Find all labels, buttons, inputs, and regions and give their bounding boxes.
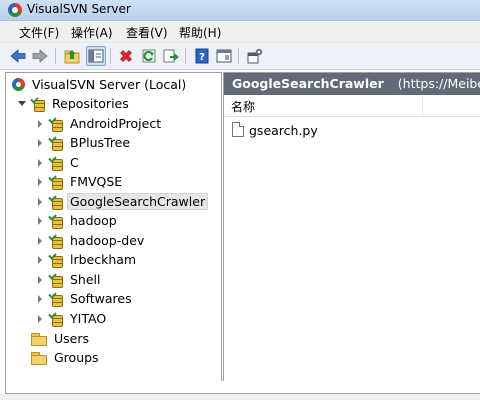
repository-label: BPlusTree xyxy=(70,135,131,150)
delete-icon[interactable] xyxy=(117,47,135,65)
repository-icon xyxy=(48,115,64,132)
file-name: gsearch.py xyxy=(249,123,318,138)
repository-icon xyxy=(48,154,64,171)
repository-icon xyxy=(48,271,64,288)
tree-repositories[interactable]: Repositories xyxy=(18,94,132,113)
repository-icon xyxy=(48,251,64,268)
file-icon xyxy=(232,122,244,137)
status-bar xyxy=(0,394,480,400)
folder-icon xyxy=(31,352,47,365)
menu-action[interactable]: 操作(A) xyxy=(69,24,115,41)
repository-label: FMVQSE xyxy=(70,174,123,189)
help-icon[interactable]: ? xyxy=(193,47,211,65)
expander-icon[interactable] xyxy=(38,178,42,186)
menu-view[interactable]: 查看(V) xyxy=(124,24,170,41)
repository-label: C xyxy=(70,155,79,170)
folder-icon xyxy=(31,333,47,346)
repository-label: YITAO xyxy=(70,311,107,326)
expander-icon[interactable] xyxy=(38,139,42,147)
repository-icon xyxy=(48,310,64,327)
repository-icon xyxy=(48,212,64,229)
expander-icon[interactable] xyxy=(38,315,42,323)
expander-icon[interactable] xyxy=(38,198,42,206)
expander-icon[interactable] xyxy=(38,256,42,264)
forward-arrow-icon[interactable] xyxy=(31,47,49,65)
tree-item-hadoop-dev[interactable]: hadoop-dev xyxy=(38,231,147,250)
toolbar-separator xyxy=(185,48,186,64)
tree-item-fmvqse[interactable]: FMVQSE xyxy=(38,172,125,191)
title-bar: VisualSVN Server xyxy=(0,0,480,21)
settings-icon[interactable] xyxy=(246,47,264,65)
repositories-icon xyxy=(30,95,46,112)
tree-groups[interactable]: Groups xyxy=(31,348,102,367)
expander-icon[interactable] xyxy=(38,276,42,284)
repository-icon xyxy=(48,134,64,151)
details-pane: GoogleSearchCrawler (https://Meibenjin 名称… xyxy=(223,72,480,381)
tree-item-lrbeckham[interactable]: lrbeckham xyxy=(38,250,139,269)
repository-label: Softwares xyxy=(70,291,132,306)
tree-root-label: VisualSVN Server (Local) xyxy=(32,77,187,92)
repository-label: Shell xyxy=(70,272,101,287)
column-divider[interactable] xyxy=(422,98,423,116)
column-header-row: 名称 xyxy=(224,98,480,117)
toolbar-separator xyxy=(110,48,111,64)
tree-item-yitao[interactable]: YITAO xyxy=(38,309,109,328)
toolbar-separator xyxy=(238,48,239,64)
repository-label: AndroidProject xyxy=(70,116,162,131)
repository-icon xyxy=(48,193,64,210)
tree-item-softwares[interactable]: Softwares xyxy=(38,289,135,308)
tree-item-hadoop[interactable]: hadoop xyxy=(38,211,120,230)
column-header-name[interactable]: 名称 xyxy=(231,98,255,116)
toolbar-separator xyxy=(55,48,56,64)
repository-label: hadoop-dev xyxy=(70,233,145,248)
repository-icon xyxy=(48,290,64,307)
file-list-item[interactable]: gsearch.py xyxy=(232,122,318,140)
expander-icon[interactable] xyxy=(38,237,42,245)
tree-users-label: Users xyxy=(54,331,90,346)
toolbar: ? xyxy=(0,42,480,70)
tree-item-googlesearchcrawler[interactable]: GoogleSearchCrawler xyxy=(38,192,209,211)
repository-name: GoogleSearchCrawler xyxy=(232,76,384,91)
repository-icon xyxy=(48,232,64,249)
tree-root[interactable]: VisualSVN Server (Local) xyxy=(12,75,189,94)
tree-item-androidproject[interactable]: AndroidProject xyxy=(38,114,164,133)
show-tree-icon[interactable] xyxy=(86,46,106,66)
tree-item-c[interactable]: C xyxy=(38,153,82,172)
up-folder-icon[interactable] xyxy=(63,47,81,65)
export-icon[interactable] xyxy=(162,47,180,65)
tree-groups-label: Groups xyxy=(54,350,99,365)
pane-bottom-border xyxy=(5,381,480,394)
expander-icon[interactable] xyxy=(38,295,42,303)
svg-text:?: ? xyxy=(199,52,205,63)
expander-icon[interactable] xyxy=(38,120,42,128)
visualsvn-server-icon xyxy=(12,78,25,91)
refresh-icon[interactable] xyxy=(140,47,158,65)
tree-pane: VisualSVN Server (Local) Repositories An… xyxy=(5,72,222,382)
repository-label: hadoop xyxy=(70,213,117,228)
back-arrow-icon[interactable] xyxy=(9,47,27,65)
tree-item-bplustree[interactable]: BPlusTree xyxy=(38,133,133,152)
properties-icon[interactable] xyxy=(215,47,233,65)
tree-users[interactable]: Users xyxy=(31,329,92,348)
repository-url: (https://Meibenjin xyxy=(397,76,480,91)
window-title: VisualSVN Server xyxy=(27,2,131,16)
details-header: GoogleSearchCrawler (https://Meibenjin xyxy=(224,73,480,95)
tree-repositories-label: Repositories xyxy=(52,96,129,111)
expander-icon[interactable] xyxy=(38,217,42,225)
expander-icon[interactable] xyxy=(38,159,42,167)
menu-bar: 文件(F) 操作(A) 查看(V) 帮助(H) xyxy=(0,21,480,42)
menu-help[interactable]: 帮助(H) xyxy=(177,24,223,41)
tree-item-shell[interactable]: Shell xyxy=(38,270,104,289)
menu-file[interactable]: 文件(F) xyxy=(17,24,61,41)
repository-label: lrbeckham xyxy=(70,252,137,267)
visualsvn-app-icon xyxy=(8,3,22,17)
expander-open-icon[interactable] xyxy=(18,101,26,106)
repository-label: GoogleSearchCrawler xyxy=(67,193,209,210)
repository-icon xyxy=(48,173,64,190)
